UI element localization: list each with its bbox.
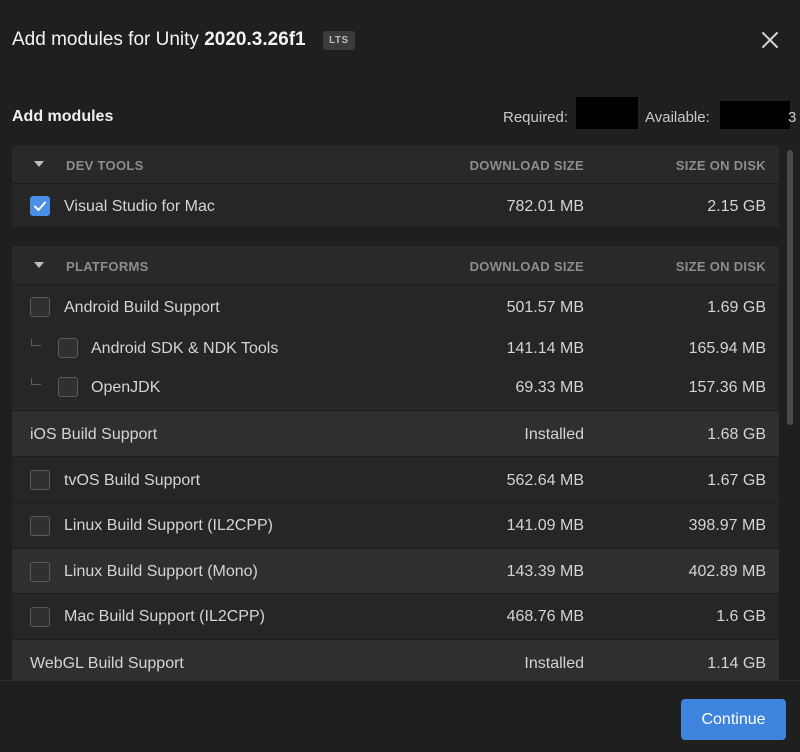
- available-value-tail: 3: [788, 109, 797, 126]
- module-name: Android Build Support: [64, 299, 220, 316]
- module-checkbox[interactable]: [30, 196, 50, 216]
- module-download-size: 69.33 MB: [515, 379, 584, 396]
- module-download-size: 562.64 MB: [506, 472, 584, 489]
- module-disk-size: 1.6 GB: [716, 608, 766, 625]
- continue-button[interactable]: Continue: [681, 699, 786, 740]
- available-value-redacted: [720, 101, 790, 129]
- module-row-visual-studio[interactable]: Visual Studio for Mac 782.01 MB 2.15 GB: [12, 185, 779, 227]
- module-name: iOS Build Support: [30, 426, 158, 443]
- module-list[interactable]: DEV TOOLS DOWNLOAD SIZE SIZE ON DISK Vis…: [0, 143, 800, 680]
- module-checkbox[interactable]: [58, 377, 78, 397]
- module-checkbox[interactable]: [30, 562, 50, 582]
- module-name: tvOS Build Support: [64, 472, 201, 489]
- title-prefix: Add modules for Unity: [12, 29, 205, 50]
- tree-connector: [31, 378, 41, 385]
- module-row-android[interactable]: Android Build Support 501.57 MB 1.69 GB: [12, 285, 779, 327]
- tree-connector: [31, 339, 41, 346]
- module-checkbox[interactable]: [58, 338, 78, 358]
- module-name: Mac Build Support (IL2CPP): [64, 608, 265, 625]
- add-modules-dialog: Add modules for Unity 2020.3.26f1 LTS Ad…: [0, 0, 800, 752]
- dialog-header: Add modules for Unity 2020.3.26f1 LTS: [0, 0, 800, 80]
- module-download-size: 468.76 MB: [506, 608, 584, 625]
- dialog-title: Add modules for Unity 2020.3.26f1: [12, 29, 306, 51]
- module-disk-size: 1.68 GB: [707, 426, 766, 443]
- module-status-installed: Installed: [524, 655, 584, 672]
- module-disk-size: 2.15 GB: [707, 198, 766, 215]
- module-disk-size: 1.69 GB: [707, 299, 766, 316]
- module-checkbox[interactable]: [30, 516, 50, 536]
- module-checkbox[interactable]: [30, 297, 50, 317]
- required-value-redacted: [576, 97, 638, 129]
- module-name: Linux Build Support (IL2CPP): [64, 517, 273, 534]
- module-name: Linux Build Support (Mono): [64, 563, 258, 580]
- module-download-size: 501.57 MB: [506, 299, 584, 316]
- module-row-webgl: WebGL Build Support Installed 1.14 GB: [12, 639, 779, 680]
- module-row-openjdk[interactable]: OpenJDK 69.33 MB 157.36 MB: [12, 367, 779, 407]
- module-disk-size: 165.94 MB: [688, 340, 766, 357]
- module-disk-size: 398.97 MB: [688, 517, 766, 534]
- module-row-linux-mono[interactable]: Linux Build Support (Mono) 143.39 MB 402…: [12, 548, 779, 593]
- checkmark-icon: [34, 201, 46, 211]
- module-download-size: 141.14 MB: [506, 340, 584, 357]
- close-icon[interactable]: [758, 28, 782, 52]
- section-name: PLATFORMS: [66, 259, 149, 274]
- dialog-footer: Continue: [0, 680, 800, 752]
- module-name: Android SDK & NDK Tools: [91, 340, 279, 357]
- module-status-installed: Installed: [524, 426, 584, 443]
- module-row-mac-il2cpp[interactable]: Mac Build Support (IL2CPP) 468.76 MB 1.6…: [12, 593, 779, 639]
- collapse-triangle-icon[interactable]: [34, 161, 44, 167]
- modules-subheader: Add modules Required: Available: 3: [0, 97, 800, 137]
- list-scrollbar[interactable]: [787, 150, 793, 425]
- column-download-size: DOWNLOAD SIZE: [469, 259, 584, 274]
- module-disk-size: 402.89 MB: [688, 563, 766, 580]
- available-label: Available:: [645, 109, 710, 126]
- column-size-on-disk: SIZE ON DISK: [675, 259, 766, 274]
- module-download-size: 141.09 MB: [506, 517, 584, 534]
- section-header-dev-tools[interactable]: DEV TOOLS DOWNLOAD SIZE SIZE ON DISK: [12, 145, 779, 184]
- module-name: Visual Studio for Mac: [64, 198, 215, 215]
- lts-badge: LTS: [323, 31, 355, 50]
- module-name: OpenJDK: [91, 379, 161, 396]
- section-title: Add modules: [12, 108, 114, 125]
- module-disk-size: 1.67 GB: [707, 472, 766, 489]
- section-header-platforms[interactable]: PLATFORMS DOWNLOAD SIZE SIZE ON DISK: [12, 246, 779, 285]
- module-row-tvos[interactable]: tvOS Build Support 562.64 MB 1.67 GB: [12, 456, 779, 502]
- section-name: DEV TOOLS: [66, 158, 144, 173]
- module-download-size: 143.39 MB: [506, 563, 584, 580]
- module-name: WebGL Build Support: [30, 655, 184, 672]
- module-checkbox[interactable]: [30, 470, 50, 490]
- column-size-on-disk: SIZE ON DISK: [675, 158, 766, 173]
- module-disk-size: 1.14 GB: [707, 655, 766, 672]
- column-download-size: DOWNLOAD SIZE: [469, 158, 584, 173]
- section-platforms: PLATFORMS DOWNLOAD SIZE SIZE ON DISK And…: [12, 246, 779, 680]
- module-disk-size: 157.36 MB: [688, 379, 766, 396]
- module-checkbox[interactable]: [30, 607, 50, 627]
- section-dev-tools: DEV TOOLS DOWNLOAD SIZE SIZE ON DISK Vis…: [12, 145, 779, 227]
- collapse-triangle-icon[interactable]: [34, 262, 44, 268]
- module-row-linux-il2cpp[interactable]: Linux Build Support (IL2CPP) 141.09 MB 3…: [12, 502, 779, 548]
- module-row-android-sdk-ndk[interactable]: Android SDK & NDK Tools 141.14 MB 165.94…: [12, 327, 779, 367]
- module-download-size: 782.01 MB: [506, 198, 584, 215]
- unity-version: 2020.3.26f1: [204, 29, 306, 50]
- required-label: Required:: [503, 109, 569, 126]
- module-row-ios: iOS Build Support Installed 1.68 GB: [12, 410, 779, 456]
